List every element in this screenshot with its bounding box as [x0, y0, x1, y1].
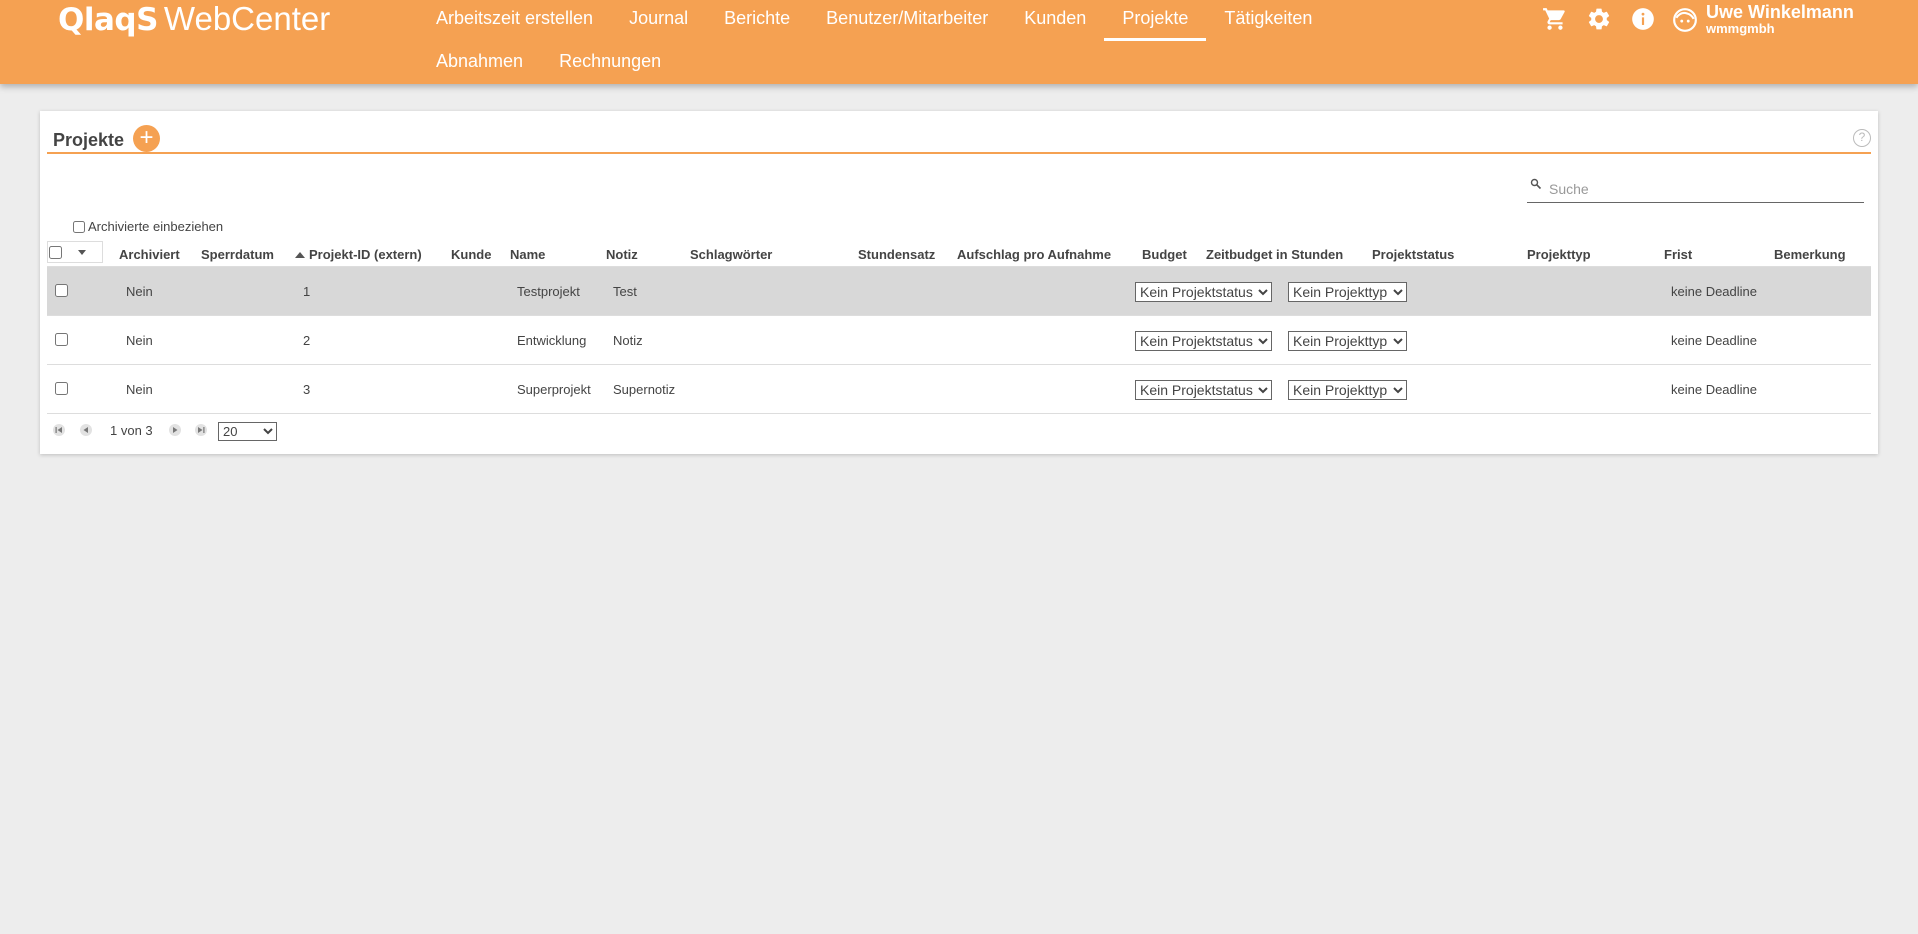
user-menu[interactable]: Uwe Winkelmann wmmgmbh — [1672, 2, 1854, 36]
cell-note: Test — [613, 284, 637, 299]
add-project-button[interactable]: + — [133, 125, 160, 152]
nav-item-projekte[interactable]: Projekte — [1104, 0, 1207, 41]
project-status-select[interactable]: Kein Projektstatus — [1135, 380, 1272, 400]
nav-item-journal[interactable]: Journal — [611, 0, 706, 41]
page-size-select[interactable]: 20 — [218, 422, 277, 441]
projects-panel: Projekte + ? Archivierte einbeziehen Arc… — [40, 111, 1878, 454]
nav-item-rechnungen[interactable]: Rechnungen — [541, 43, 679, 84]
user-company: wmmgmbh — [1706, 21, 1775, 36]
table-row[interactable]: Nein 1 Testprojekt Test Kein Projektstat… — [47, 267, 1871, 316]
select-all-control[interactable] — [47, 241, 103, 263]
cart-icon[interactable] — [1540, 4, 1570, 34]
cell-deadline: keine Deadline — [1671, 333, 1758, 348]
previous-page-icon[interactable] — [80, 424, 92, 436]
nav-item-arbeitszeit-erstellen[interactable]: Arbeitszeit erstellen — [418, 0, 611, 41]
cell-note: Notiz — [613, 333, 643, 348]
project-status-select[interactable]: Kein Projektstatus — [1135, 331, 1272, 351]
search-box — [1527, 173, 1864, 203]
col-customer[interactable]: Kunde — [451, 247, 491, 262]
row-checkbox[interactable] — [55, 333, 68, 346]
cell-note: Supernotiz — [613, 382, 676, 397]
next-page-icon[interactable] — [169, 424, 181, 436]
gear-icon[interactable] — [1584, 4, 1614, 34]
cell-name: Testprojekt — [517, 284, 580, 299]
col-project-id-label: Projekt-ID (extern) — [309, 247, 422, 262]
include-archived-checkbox[interactable] — [73, 220, 85, 233]
col-deadline[interactable]: Frist — [1664, 247, 1692, 262]
chevron-down-icon[interactable] — [78, 250, 86, 255]
nav-item-kunden[interactable]: Kunden — [1006, 0, 1104, 41]
panel-header: Projekte + ? — [47, 118, 1871, 154]
col-note[interactable]: Notiz — [606, 247, 638, 262]
cell-archived: Nein — [126, 333, 153, 348]
row-checkbox[interactable] — [55, 382, 68, 395]
nav-item-taetigkeiten[interactable]: Tätigkeiten — [1206, 0, 1330, 41]
nav-row-1: Arbeitszeit erstellen Journal Berichte B… — [418, 0, 1318, 43]
info-icon[interactable] — [1628, 4, 1658, 34]
top-bar: QlaqS WebCenter Arbeitszeit erstellen Jou… — [0, 0, 1918, 84]
select-all-checkbox[interactable] — [49, 246, 62, 259]
app-brand: QlaqS — [58, 2, 158, 38]
cell-project-id: 3 — [303, 382, 311, 397]
col-time-budget[interactable]: Zeitbudget in Stunden — [1206, 247, 1343, 262]
page-title: Projekte — [53, 130, 125, 150]
col-remark[interactable]: Bemerkung — [1774, 247, 1846, 262]
cell-deadline: keine Deadline — [1671, 284, 1758, 299]
col-project-id[interactable]: Projekt-ID (extern) — [295, 247, 422, 262]
avatar-face-icon — [1672, 7, 1698, 33]
pagination: 1 von 3 20 — [47, 420, 447, 441]
col-hourly-rate[interactable]: Stundensatz — [858, 247, 935, 262]
cell-archived: Nein — [126, 284, 153, 299]
cell-deadline: keine Deadline — [1671, 382, 1758, 397]
app-logo[interactable]: QlaqS WebCenter — [58, 0, 331, 38]
nav-item-benutzer-mitarbeiter[interactable]: Benutzer/Mitarbeiter — [808, 0, 1006, 41]
search-icon — [1530, 178, 1542, 190]
col-tags[interactable]: Schlagwörter — [690, 247, 772, 262]
sort-asc-icon — [295, 252, 305, 258]
include-archived-filter[interactable]: Archivierte einbeziehen — [73, 219, 223, 234]
user-name: Uwe Winkelmann — [1706, 2, 1854, 22]
help-icon[interactable]: ? — [1853, 129, 1871, 147]
nav-item-berichte[interactable]: Berichte — [706, 0, 808, 41]
cell-name: Entwicklung — [517, 333, 587, 348]
col-name[interactable]: Name — [510, 247, 545, 262]
include-archived-label: Archivierte einbeziehen — [88, 219, 224, 234]
app-product-name: WebCenter — [163, 0, 331, 37]
nav-item-abnahmen[interactable]: Abnahmen — [418, 43, 541, 84]
project-status-select[interactable]: Kein Projektstatus — [1135, 282, 1272, 302]
search-input[interactable] — [1549, 181, 1849, 197]
table-row[interactable]: Nein 2 Entwicklung Notiz Kein Projektsta… — [47, 316, 1871, 365]
first-page-icon[interactable] — [53, 424, 65, 436]
col-archived[interactable]: Archiviert — [119, 247, 180, 262]
col-status[interactable]: Projektstatus — [1372, 247, 1454, 262]
col-budget[interactable]: Budget — [1142, 247, 1187, 262]
header-tools — [1540, 4, 1658, 34]
project-type-select[interactable]: Kein Projekttyp — [1288, 380, 1407, 400]
projects-table: Archiviert Sperrdatum Projekt-ID (extern… — [47, 241, 1871, 414]
main-nav: Arbeitszeit erstellen Journal Berichte B… — [418, 0, 1318, 86]
cell-project-id: 2 — [303, 333, 311, 348]
col-type[interactable]: Projekttyp — [1527, 247, 1591, 262]
project-type-select[interactable]: Kein Projekttyp — [1288, 331, 1407, 351]
cell-archived: Nein — [126, 382, 153, 397]
cell-project-id: 1 — [303, 284, 311, 299]
last-page-icon[interactable] — [195, 424, 207, 436]
table-header: Archiviert Sperrdatum Projekt-ID (extern… — [47, 241, 1871, 267]
user-info: Uwe Winkelmann wmmgmbh — [1706, 2, 1854, 36]
table-row[interactable]: Nein 3 Superprojekt Supernotiz Kein Proj… — [47, 365, 1871, 414]
col-lock-date[interactable]: Sperrdatum — [201, 247, 274, 262]
row-checkbox[interactable] — [55, 284, 68, 297]
page-indicator: 1 von 3 — [110, 423, 153, 438]
col-surcharge[interactable]: Aufschlag pro Aufnahme — [957, 247, 1111, 262]
project-type-select[interactable]: Kein Projekttyp — [1288, 282, 1407, 302]
nav-row-2: Abnahmen Rechnungen — [418, 43, 1318, 86]
cell-name: Superprojekt — [517, 382, 591, 397]
